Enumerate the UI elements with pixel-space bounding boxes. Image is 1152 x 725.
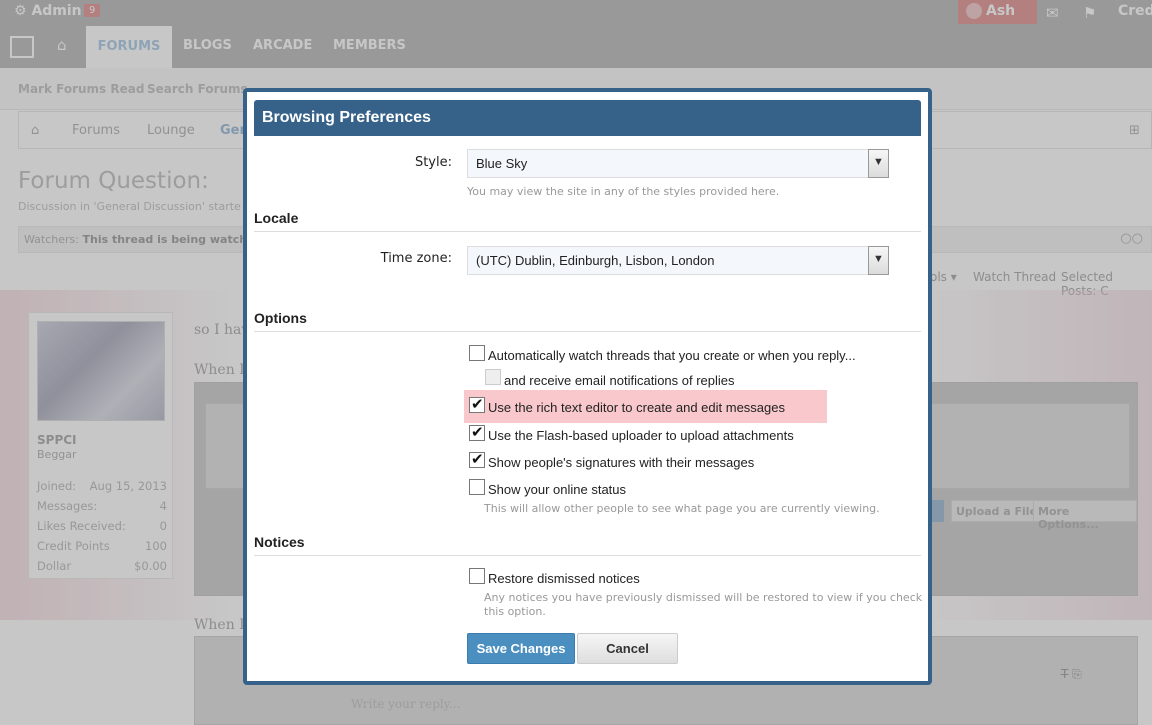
rich-text-editor-checkbox[interactable] xyxy=(469,395,485,413)
style-select[interactable]: Blue Sky ▼ xyxy=(467,149,889,178)
restore-notices-hint-2: this option. xyxy=(484,605,546,618)
email-notifications-checkbox[interactable] xyxy=(485,369,501,385)
dialog-header: Browsing Preferences xyxy=(254,100,921,136)
notices-heading: Notices xyxy=(254,534,921,556)
timezone-label: Time zone: xyxy=(380,251,452,266)
signatures-checkbox[interactable] xyxy=(469,450,485,468)
browsing-preferences-dialog: Browsing Preferences Style: Blue Sky ▼ Y… xyxy=(243,88,932,685)
timezone-select[interactable]: (UTC) Dublin, Edinburgh, Lisbon, London … xyxy=(467,246,889,275)
rich-text-editor-label[interactable]: Use the rich text editor to create and e… xyxy=(488,400,785,415)
cancel-button[interactable]: Cancel xyxy=(577,633,678,664)
flash-uploader-checkbox[interactable] xyxy=(469,423,485,441)
online-status-label[interactable]: Show your online status xyxy=(488,482,626,497)
online-status-checkbox[interactable] xyxy=(469,479,485,495)
save-changes-button[interactable]: Save Changes xyxy=(467,633,575,664)
flash-uploader-label[interactable]: Use the Flash-based uploader to upload a… xyxy=(488,428,794,443)
style-label: Style: xyxy=(414,155,452,170)
signatures-label[interactable]: Show people's signatures with their mess… xyxy=(488,455,754,470)
auto-watch-checkbox[interactable] xyxy=(469,345,485,361)
restore-notices-label[interactable]: Restore dismissed notices xyxy=(488,571,640,586)
online-status-hint: This will allow other people to see what… xyxy=(484,502,880,515)
dialog-title: Browsing Preferences xyxy=(262,109,431,126)
chevron-down-icon[interactable]: ▼ xyxy=(868,246,889,275)
restore-notices-checkbox[interactable] xyxy=(469,568,485,584)
chevron-down-icon[interactable]: ▼ xyxy=(868,149,889,178)
restore-notices-hint: Any notices you have previously dismisse… xyxy=(484,591,923,604)
options-heading: Options xyxy=(254,310,921,332)
locale-heading: Locale xyxy=(254,210,921,232)
auto-watch-label[interactable]: Automatically watch threads that you cre… xyxy=(488,348,856,363)
style-hint: You may view the site in any of the styl… xyxy=(467,185,780,198)
email-notifications-label[interactable]: and receive email notifications of repli… xyxy=(504,373,735,388)
